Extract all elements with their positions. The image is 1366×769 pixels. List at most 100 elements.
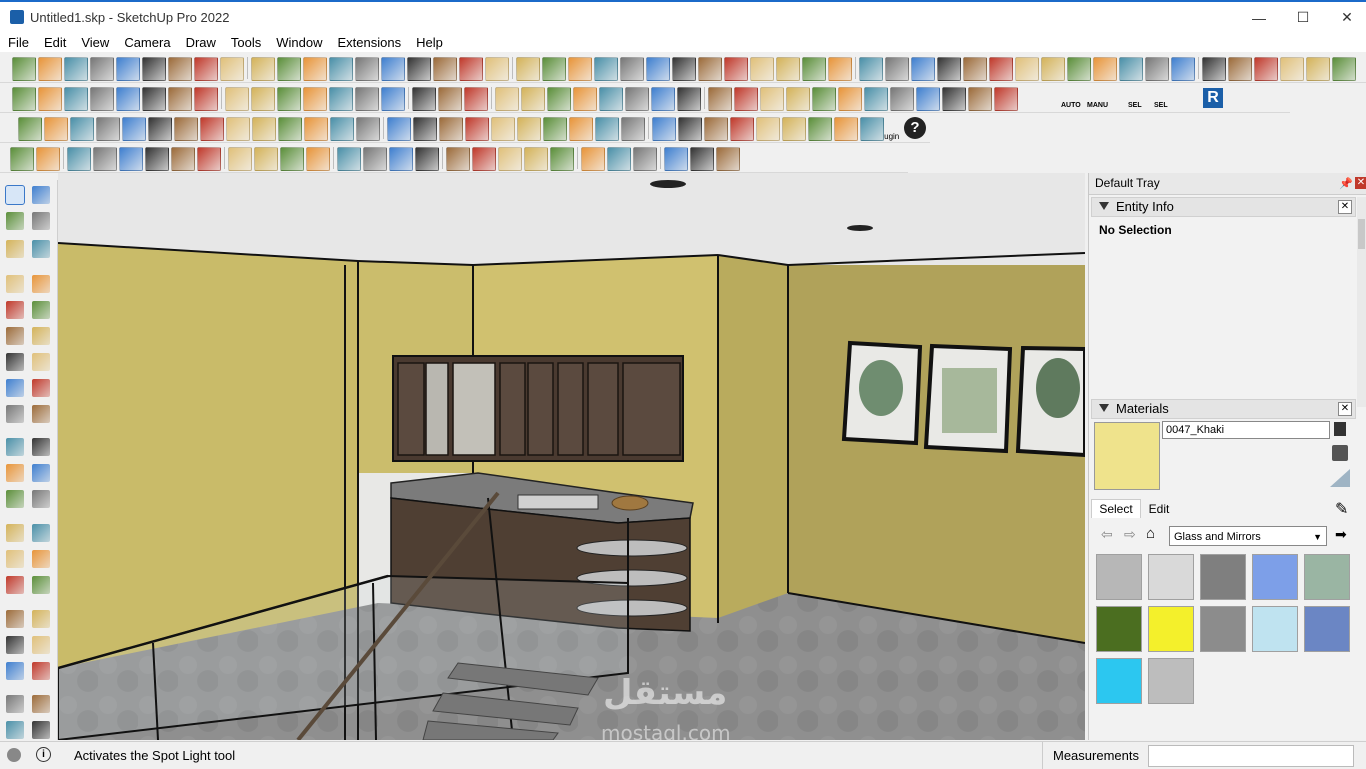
tb1-tool-icon[interactable] bbox=[1067, 57, 1091, 81]
palette-tool-icon[interactable] bbox=[32, 438, 50, 456]
tb1-tool-icon[interactable] bbox=[1041, 57, 1065, 81]
tb2-tool-icon[interactable] bbox=[355, 87, 379, 111]
tb4-tool-icon[interactable] bbox=[633, 147, 657, 171]
material-swatch-green-glass[interactable] bbox=[1304, 554, 1350, 600]
tb2-tool-icon[interactable] bbox=[90, 87, 114, 111]
palette-tool-icon[interactable] bbox=[6, 662, 24, 680]
tb2-tool-icon[interactable] bbox=[495, 87, 519, 111]
tb3-tool-icon[interactable] bbox=[200, 117, 224, 141]
palette-tool-icon[interactable] bbox=[32, 186, 50, 204]
tb3-tool-icon[interactable] bbox=[148, 117, 172, 141]
palette-tool-icon[interactable] bbox=[32, 636, 50, 654]
tb2-tool-icon[interactable] bbox=[64, 87, 88, 111]
tb3-tool-icon[interactable] bbox=[330, 117, 354, 141]
palette-tool-icon[interactable] bbox=[32, 576, 50, 594]
tb3-tool-icon[interactable] bbox=[782, 117, 806, 141]
tb4-tool-icon[interactable] bbox=[67, 147, 91, 171]
palette-tool-icon[interactable] bbox=[6, 636, 24, 654]
menu-camera[interactable]: Camera bbox=[116, 33, 177, 52]
tb1-tool-icon[interactable] bbox=[168, 57, 192, 81]
palette-tool-icon[interactable] bbox=[6, 212, 24, 230]
tb4-tool-icon[interactable] bbox=[472, 147, 496, 171]
tb3-tool-icon[interactable] bbox=[678, 117, 702, 141]
palette-tool-icon[interactable] bbox=[5, 185, 25, 205]
material-swatch-yellow[interactable] bbox=[1148, 606, 1194, 652]
palette-tool-icon[interactable] bbox=[6, 490, 24, 508]
tb3-tool-icon[interactable] bbox=[387, 117, 411, 141]
tb1-tool-icon[interactable] bbox=[1093, 57, 1117, 81]
tb2-tool-icon[interactable] bbox=[12, 87, 36, 111]
geo-location-icon[interactable] bbox=[7, 748, 21, 762]
tb2-tool-icon[interactable] bbox=[168, 87, 192, 111]
tb1-tool-icon[interactable] bbox=[885, 57, 909, 81]
tb4-tool-icon[interactable] bbox=[119, 147, 143, 171]
palette-tool-icon[interactable] bbox=[6, 576, 24, 594]
pin-icon[interactable]: 📌 bbox=[1339, 177, 1353, 190]
tb3-tool-icon[interactable] bbox=[621, 117, 645, 141]
tb1-tool-icon[interactable] bbox=[750, 57, 774, 81]
tray-close-icon[interactable]: ✕ bbox=[1355, 177, 1366, 189]
tb3-tool-icon[interactable] bbox=[96, 117, 120, 141]
tb2-tool-icon[interactable] bbox=[786, 87, 810, 111]
tb2-tool-icon[interactable] bbox=[651, 87, 675, 111]
tb2-tool-icon[interactable] bbox=[381, 87, 405, 111]
palette-tool-icon[interactable] bbox=[32, 212, 50, 230]
menu-help[interactable]: Help bbox=[408, 33, 450, 52]
tb1-tool-icon[interactable] bbox=[407, 57, 431, 81]
tray-scrollbar[interactable] bbox=[1357, 197, 1366, 407]
tb2-tool-icon[interactable] bbox=[194, 87, 218, 111]
tb1-tool-icon[interactable] bbox=[1306, 57, 1330, 81]
menu-view[interactable]: View bbox=[73, 33, 116, 52]
eyedropper-icon[interactable]: ✎ bbox=[1335, 499, 1348, 519]
tb1-tool-icon[interactable] bbox=[1171, 57, 1195, 81]
tb1-tool-icon[interactable] bbox=[620, 57, 644, 81]
tb2-tool-icon[interactable] bbox=[573, 87, 597, 111]
help-icon[interactable]: ? bbox=[904, 117, 926, 139]
menu-window[interactable]: Window bbox=[268, 33, 329, 52]
tb2-tool-icon[interactable] bbox=[994, 87, 1018, 111]
palette-tool-icon[interactable] bbox=[32, 379, 50, 397]
tb2-tool-icon[interactable] bbox=[251, 87, 275, 111]
tb4-tool-icon[interactable] bbox=[716, 147, 740, 171]
tb1-tool-icon[interactable] bbox=[90, 57, 114, 81]
palette-tool-icon[interactable] bbox=[6, 353, 24, 371]
material-library-select[interactable]: Glass and Mirrors ▼ bbox=[1169, 526, 1327, 546]
material-swatch-blue-glass[interactable] bbox=[1252, 554, 1298, 600]
palette-tool-icon[interactable] bbox=[6, 438, 24, 456]
tb2-tool-icon[interactable] bbox=[277, 87, 301, 111]
tb1-tool-icon[interactable] bbox=[220, 57, 244, 81]
tb4-tool-icon[interactable] bbox=[446, 147, 470, 171]
tb4-tool-icon[interactable] bbox=[337, 147, 361, 171]
tb4-tool-icon[interactable] bbox=[197, 147, 221, 171]
tb2-tool-icon[interactable] bbox=[142, 87, 166, 111]
tb1-tool-icon[interactable] bbox=[1332, 57, 1356, 81]
tb1-tool-icon[interactable] bbox=[1280, 57, 1304, 81]
tb1-tool-icon[interactable] bbox=[485, 57, 509, 81]
palette-tool-icon[interactable] bbox=[32, 405, 50, 423]
materials-close-icon[interactable]: ✕ bbox=[1338, 402, 1352, 416]
default-material-icon[interactable] bbox=[1330, 469, 1350, 487]
tb1-tool-icon[interactable] bbox=[38, 57, 62, 81]
tb3-tool-icon[interactable] bbox=[543, 117, 567, 141]
tb4-tool-icon[interactable] bbox=[550, 147, 574, 171]
tb2-tool-icon[interactable] bbox=[734, 87, 758, 111]
tb3-tool-icon[interactable] bbox=[439, 117, 463, 141]
tb4-tool-icon[interactable] bbox=[690, 147, 714, 171]
tb4-tool-icon[interactable] bbox=[145, 147, 169, 171]
palette-tool-icon[interactable] bbox=[32, 662, 50, 680]
details-arrow-icon[interactable]: ➡ bbox=[1335, 526, 1347, 543]
tb1-tool-icon[interactable] bbox=[516, 57, 540, 81]
tb4-tool-icon[interactable] bbox=[254, 147, 278, 171]
tb1-tool-icon[interactable] bbox=[594, 57, 618, 81]
tb4-tool-icon[interactable] bbox=[228, 147, 252, 171]
tb3-tool-icon[interactable] bbox=[569, 117, 593, 141]
palette-tool-icon[interactable] bbox=[32, 275, 50, 293]
palette-tool-icon[interactable] bbox=[32, 327, 50, 345]
tb3-tool-icon[interactable] bbox=[517, 117, 541, 141]
tb3-tool-icon[interactable] bbox=[595, 117, 619, 141]
tb2-tool-icon[interactable] bbox=[329, 87, 353, 111]
tb3-tool-icon[interactable] bbox=[122, 117, 146, 141]
material-swatch-light-blue-grid[interactable] bbox=[1252, 606, 1298, 652]
tb1-tool-icon[interactable] bbox=[12, 57, 36, 81]
model-viewport[interactable]: مستقل mostaql.com bbox=[58, 173, 1085, 740]
